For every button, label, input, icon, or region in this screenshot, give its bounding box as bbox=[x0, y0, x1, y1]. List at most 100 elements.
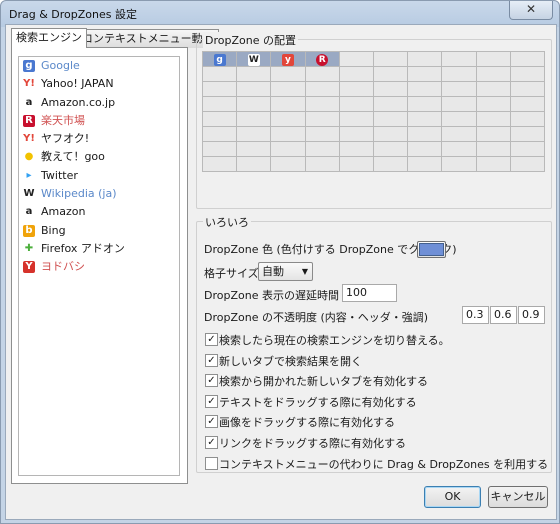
dropzone-cell[interactable] bbox=[304, 96, 340, 112]
dropzone-cell[interactable] bbox=[441, 126, 477, 142]
dropzone-cell[interactable] bbox=[270, 111, 306, 127]
checkmark-icon[interactable]: ✓ bbox=[205, 436, 218, 449]
dropzone-cell[interactable] bbox=[304, 66, 340, 82]
engine-list-item[interactable]: ✚ Firefox アドオン bbox=[19, 240, 179, 258]
dropzone-cell[interactable] bbox=[270, 81, 306, 97]
dropzone-cell[interactable] bbox=[338, 96, 374, 112]
dropzone-cell[interactable] bbox=[201, 141, 238, 157]
opacity-highlight-input[interactable]: 0.9 bbox=[518, 306, 545, 324]
delay-input[interactable]: 100 bbox=[342, 284, 397, 302]
ok-button[interactable]: OK bbox=[424, 486, 481, 508]
title-bar[interactable]: Drag & DropZones 設定 ✕ bbox=[1, 1, 559, 23]
engine-list-item[interactable]: ● 教えて！goo bbox=[19, 148, 179, 166]
dropzone-cell[interactable] bbox=[475, 141, 511, 157]
dropzone-cell[interactable] bbox=[201, 96, 238, 112]
dropzone-cell[interactable] bbox=[338, 156, 374, 172]
dropzone-cell[interactable] bbox=[236, 96, 272, 112]
engine-list-item[interactable]: a Amazon bbox=[19, 203, 179, 221]
dropzone-cell[interactable] bbox=[509, 66, 546, 82]
dropzone-cell[interactable] bbox=[407, 111, 443, 127]
opacity-content-input[interactable]: 0.3 bbox=[462, 306, 489, 324]
dropzone-cell[interactable] bbox=[372, 51, 409, 67]
dropzone-cell[interactable] bbox=[270, 156, 306, 172]
dropzone-cell[interactable] bbox=[441, 96, 477, 112]
dropzone-cell[interactable] bbox=[475, 126, 511, 142]
dropzone-cell[interactable] bbox=[270, 66, 306, 82]
dropzone-cell[interactable] bbox=[372, 66, 409, 82]
dropzone-cell[interactable] bbox=[475, 66, 511, 82]
dropzone-cell[interactable]: W bbox=[236, 51, 272, 67]
dropzone-cell[interactable] bbox=[441, 111, 477, 127]
dropzone-cell[interactable] bbox=[201, 81, 238, 97]
dropzone-cell[interactable] bbox=[236, 81, 272, 97]
dropzone-cell[interactable] bbox=[372, 81, 409, 97]
engine-list[interactable]: g Google Y! Yahoo! JAPAN a Amazon.co.jp R 楽天市場 Y… bbox=[18, 56, 180, 476]
engine-list-item[interactable]: Y ヨドバシ bbox=[19, 258, 179, 276]
dropzone-cell[interactable] bbox=[509, 111, 546, 127]
tab-search-engines[interactable]: 検索エンジン bbox=[11, 28, 87, 48]
opacity-header-input[interactable]: 0.6 bbox=[490, 306, 517, 324]
engine-list-item[interactable]: Y! ヤフオク! bbox=[19, 130, 179, 148]
dropzone-cell[interactable] bbox=[270, 126, 306, 142]
dropzone-cell[interactable] bbox=[236, 141, 272, 157]
dropzone-cell[interactable]: g bbox=[201, 51, 238, 67]
dropzone-cell[interactable] bbox=[407, 96, 443, 112]
dropzone-cell[interactable] bbox=[236, 126, 272, 142]
dropzone-cell[interactable] bbox=[338, 141, 374, 157]
color-picker-button[interactable] bbox=[417, 241, 446, 258]
engine-list-item[interactable]: b Bing bbox=[19, 222, 179, 240]
checkmark-icon[interactable]: ✓ bbox=[205, 374, 218, 388]
dropzone-cell[interactable] bbox=[201, 126, 238, 142]
grid-size-select[interactable]: 自動 ▼ bbox=[258, 262, 313, 281]
dropzone-cell[interactable] bbox=[372, 111, 409, 127]
dropzone-cell[interactable] bbox=[338, 81, 374, 97]
close-button[interactable]: ✕ bbox=[509, 1, 553, 20]
dropzone-cell[interactable] bbox=[338, 126, 374, 142]
checkmark-icon[interactable]: ✓ bbox=[205, 333, 218, 346]
engine-list-item[interactable]: g Google bbox=[19, 57, 179, 75]
dropzone-cell[interactable] bbox=[372, 126, 409, 142]
dropzone-cell[interactable] bbox=[475, 156, 511, 172]
engine-list-item[interactable]: ▸ Twitter bbox=[19, 167, 179, 185]
engine-list-item[interactable]: R 楽天市場 bbox=[19, 112, 179, 130]
dropzone-cell[interactable] bbox=[509, 51, 546, 67]
dropzone-cell[interactable] bbox=[407, 66, 443, 82]
dropzone-cell[interactable] bbox=[372, 141, 409, 157]
dropzone-cell[interactable] bbox=[441, 156, 477, 172]
dropzone-cell[interactable] bbox=[407, 156, 443, 172]
dropzone-cell[interactable] bbox=[270, 96, 306, 112]
checkmark-icon[interactable]: ✓ bbox=[205, 353, 218, 367]
dropzone-cell[interactable] bbox=[441, 81, 477, 97]
dropzone-grid[interactable]: g Wy R bbox=[201, 51, 546, 172]
dropzone-cell[interactable] bbox=[236, 66, 272, 82]
dropzone-cell[interactable] bbox=[338, 51, 374, 67]
dropzone-cell[interactable] bbox=[509, 81, 546, 97]
dropzone-cell[interactable] bbox=[236, 156, 272, 172]
dropzone-cell[interactable] bbox=[338, 111, 374, 127]
dropzone-cell[interactable] bbox=[304, 111, 340, 127]
dropzone-cell[interactable] bbox=[475, 51, 511, 67]
dropzone-cell[interactable] bbox=[372, 96, 409, 112]
dropzone-cell[interactable] bbox=[304, 81, 340, 97]
dropzone-cell[interactable] bbox=[441, 141, 477, 157]
dropzone-cell[interactable] bbox=[475, 81, 511, 97]
dropzone-cell[interactable]: y bbox=[270, 51, 306, 67]
dropzone-cell[interactable] bbox=[270, 141, 306, 157]
dropzone-cell[interactable] bbox=[304, 156, 340, 172]
dropzone-cell[interactable] bbox=[201, 156, 238, 172]
dropzone-cell[interactable] bbox=[475, 96, 511, 112]
dropzone-cell[interactable] bbox=[372, 156, 409, 172]
dropzone-cell[interactable] bbox=[338, 66, 374, 82]
dropzone-cell[interactable] bbox=[407, 126, 443, 142]
dropzone-cell[interactable] bbox=[509, 141, 546, 157]
dropzone-cell[interactable] bbox=[236, 111, 272, 127]
checkbox-empty-icon[interactable] bbox=[205, 456, 218, 470]
dropzone-cell[interactable] bbox=[407, 81, 443, 97]
dropzone-cell[interactable] bbox=[407, 51, 443, 67]
dropzone-cell[interactable] bbox=[304, 141, 340, 157]
dropzone-cell[interactable] bbox=[407, 141, 443, 157]
cancel-button[interactable]: キャンセル bbox=[488, 486, 548, 508]
dropzone-cell[interactable] bbox=[441, 51, 477, 67]
dropzone-cell[interactable] bbox=[509, 156, 546, 172]
dropzone-cell[interactable] bbox=[201, 111, 238, 127]
